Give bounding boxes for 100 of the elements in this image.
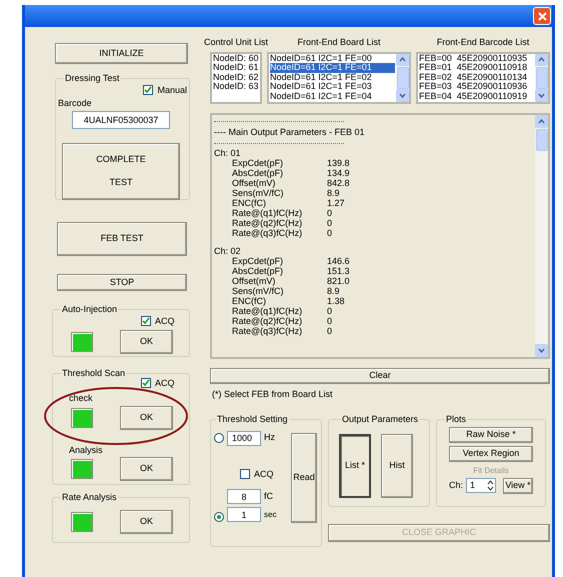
parameter-name: Rate@(q2)fC(Hz) — [232, 316, 304, 326]
list-item[interactable]: NodeID=61 I2C=1 FE=04 — [270, 92, 395, 101]
hint-text: (*) Select FEB from Board List — [212, 388, 334, 401]
group-title: Threshold Scan — [61, 367, 126, 380]
parameter-value: 0 — [327, 306, 332, 316]
parameter-name: ENC(fC) — [232, 296, 267, 306]
ok-button[interactable]: OK — [120, 457, 173, 481]
checkbox[interactable] — [240, 469, 250, 480]
raw-noise-button[interactable]: Raw Noise * — [449, 426, 533, 442]
channel-spinner[interactable]: 1 — [466, 478, 496, 493]
parameter-value: 0 — [327, 316, 332, 326]
barcode-field[interactable]: 4UALNF05300037 — [72, 110, 170, 128]
read-button[interactable]: Read — [291, 432, 317, 522]
list-item[interactable]: NodeID=61 I2C=1 FE=01 — [270, 63, 395, 72]
scrollbar[interactable] — [396, 54, 409, 102]
parameter-name: Offset(mV) — [232, 276, 276, 286]
parameter-name: Offset(mV) — [232, 178, 276, 188]
scrollbar[interactable] — [535, 114, 548, 356]
parameter-name: ENC(fC) — [232, 198, 267, 208]
spinner-arrows-icon[interactable] — [486, 479, 495, 492]
list-item[interactable]: NodeID: 61 — [213, 63, 259, 72]
scroll-up-icon[interactable] — [535, 54, 548, 66]
scrollbar[interactable] — [535, 54, 548, 102]
channel-label: Ch: 02 — [214, 246, 242, 256]
list-title: Control Unit List — [204, 36, 268, 49]
scroll-up-icon[interactable] — [535, 114, 548, 128]
scroll-thumb[interactable] — [396, 67, 408, 89]
parameter-name: AbsCdet(pF) — [232, 266, 284, 276]
output-mode-button[interactable]: Hist — [381, 434, 413, 498]
checkbox-label: Manual — [157, 84, 187, 96]
output-mode-button[interactable]: List * — [339, 434, 371, 498]
list-item[interactable]: NodeID: 63 — [213, 82, 259, 92]
checkmark-icon — [144, 86, 152, 94]
parameter-value: 0 — [327, 326, 332, 336]
parameter-name: Rate@(q3)fC(Hz) — [232, 326, 304, 336]
stop-button[interactable]: STOP — [57, 274, 187, 291]
list-item[interactable]: FEB=02 45E20900110134 — [419, 72, 534, 82]
initialize-button[interactable]: INITIALIZE — [55, 43, 188, 64]
list-title: Front-End Barcode List — [436, 36, 530, 49]
checkmark-icon — [142, 317, 150, 326]
parameter-value: 842.8 — [327, 178, 350, 188]
checkbox-label: ACQ — [155, 314, 175, 328]
checkbox-label: ACQ — [254, 468, 274, 481]
list-item[interactable]: NodeID=61 I2C=1 FE=00 — [270, 54, 395, 63]
parameter-name: Rate@(q3)fC(Hz) — [232, 228, 304, 238]
group-title: Auto-Injection — [61, 303, 118, 316]
checkbox-label: ACQ — [155, 376, 175, 390]
close-button[interactable] — [533, 7, 551, 25]
feb-test-button[interactable]: FEB TEST — [57, 222, 187, 256]
radio-button[interactable] — [214, 433, 224, 443]
charge-field[interactable]: 8 — [227, 489, 261, 504]
list-item[interactable]: FEB=00 45E20900110935 — [419, 54, 534, 63]
parameter-value: 821.0 — [327, 276, 350, 286]
list-item[interactable]: FEB=04 45E20900110919 — [419, 92, 534, 101]
parameter-value: 0 — [327, 218, 332, 228]
parameter-value: 151.3 — [327, 266, 350, 276]
checkbox[interactable] — [141, 378, 151, 388]
ok-button[interactable]: OK — [120, 510, 173, 534]
radio-button[interactable] — [214, 512, 224, 522]
parameter-name: ExpCdet(pF) — [232, 256, 284, 266]
row-label: Analysis — [69, 444, 104, 457]
view-button[interactable]: View * — [503, 478, 533, 494]
list-item[interactable]: NodeID=61 I2C=1 FE=02 — [270, 72, 395, 82]
fit-details-label: Fit Details — [473, 464, 509, 476]
checkbox[interactable] — [141, 316, 151, 326]
scroll-up-icon[interactable] — [396, 54, 409, 66]
list-item[interactable]: FEB=01 45E20900110918 — [419, 63, 534, 72]
parameter-name: Sens(mV/fC) — [232, 286, 285, 296]
frequency-field[interactable]: 1000 — [227, 430, 261, 446]
parameter-value: 8.9 — [327, 188, 340, 198]
scroll-down-icon[interactable] — [396, 88, 409, 102]
list-item[interactable]: NodeID=61 I2C=1 FE=03 — [270, 82, 395, 92]
complete-test-button[interactable]: COMPLETE TEST — [62, 142, 180, 200]
list-item[interactable]: FEB=03 45E20900110936 — [419, 82, 534, 92]
checkmark-icon — [142, 379, 150, 388]
time-field[interactable]: 1 — [227, 507, 261, 522]
ok-button[interactable]: OK — [120, 330, 173, 354]
scroll-thumb[interactable] — [536, 128, 548, 150]
checkbox[interactable] — [143, 85, 154, 96]
row-label: check — [69, 392, 94, 405]
clear-button[interactable]: Clear — [210, 368, 550, 384]
parameter-value: 0 — [327, 208, 332, 218]
vertex-region-button[interactable]: Vertex Region — [449, 446, 533, 462]
parameter-value: 146.6 — [327, 256, 350, 266]
scroll-down-icon[interactable] — [535, 344, 548, 356]
parameter-value: 139.8 — [327, 158, 350, 168]
unit-label: fC — [264, 490, 273, 503]
unit-label: sec — [264, 508, 276, 520]
list-item[interactable]: NodeID: 60 — [213, 54, 259, 63]
group-title: Plots — [445, 413, 468, 426]
list-item[interactable]: NodeID: 62 — [213, 72, 259, 82]
parameter-name: Rate@(q1)fC(Hz) — [232, 306, 304, 316]
group-title: Rate Analysis — [61, 491, 118, 504]
parameter-name: Rate@(q2)fC(Hz) — [232, 218, 304, 228]
parameter-value: 134.9 — [327, 168, 350, 178]
scroll-thumb[interactable] — [536, 67, 548, 89]
ok-button[interactable]: OK — [120, 406, 173, 430]
unit-label: Hz — [264, 431, 275, 444]
parameter-value: 8.9 — [327, 286, 340, 296]
scroll-down-icon[interactable] — [535, 88, 548, 102]
